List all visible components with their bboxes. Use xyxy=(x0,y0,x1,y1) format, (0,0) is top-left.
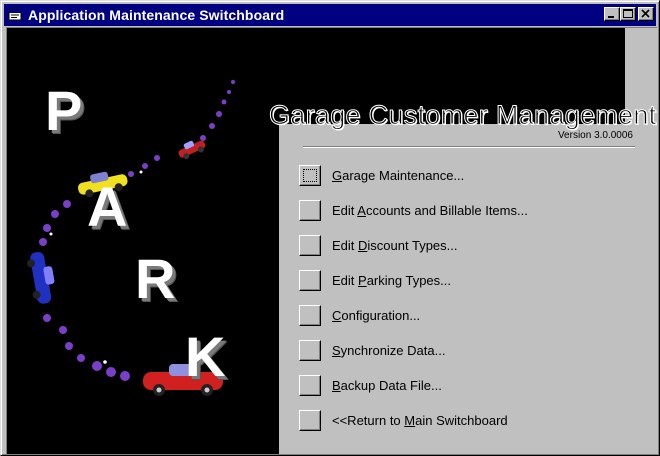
switchboard-window: Application Maintenance Switchboard P A … xyxy=(0,0,660,456)
edit-parking-types-button[interactable] xyxy=(299,270,321,291)
header-divider xyxy=(303,146,635,148)
maximize-button[interactable] xyxy=(620,7,636,21)
logo-letter-k: K xyxy=(185,325,226,388)
version-label: Version 3.0.0006 xyxy=(557,130,633,141)
edit-parking-types-label[interactable]: Edit Parking Types... xyxy=(332,273,451,288)
close-icon xyxy=(641,9,650,18)
menu-item-garage-maintenance[interactable]: Garage Maintenance... xyxy=(299,158,629,193)
logo-letter-r: R xyxy=(135,247,176,310)
menu-item-backup-data-file[interactable]: Backup Data File... xyxy=(299,368,629,403)
logo-letter-a: A xyxy=(87,175,128,238)
switchboard-form: P A R K Garage Customer Management Versi… xyxy=(6,27,657,454)
menu-item-return-main-switchboard[interactable]: <<Return to Main Switchboard xyxy=(299,403,629,438)
backup-data-file-label[interactable]: Backup Data File... xyxy=(332,378,442,393)
menu-item-edit-discount-types[interactable]: Edit Discount Types... xyxy=(299,228,629,263)
minimize-button[interactable] xyxy=(604,7,620,21)
maximize-icon xyxy=(623,9,633,18)
edit-accounts-button[interactable] xyxy=(299,200,321,221)
window-title: Application Maintenance Switchboard xyxy=(28,7,285,23)
garage-maintenance-button[interactable] xyxy=(299,165,321,186)
edit-discount-types-label[interactable]: Edit Discount Types... xyxy=(332,238,458,253)
app-title: Garage Customer Management xyxy=(269,100,657,131)
return-main-switchboard-label[interactable]: <<Return to Main Switchboard xyxy=(332,413,508,428)
park-logo-panel: P A R K xyxy=(7,28,279,454)
logo-letter-p: P xyxy=(45,79,83,142)
configuration-button[interactable] xyxy=(299,305,321,326)
backup-data-file-button[interactable] xyxy=(299,375,321,396)
edit-accounts-label[interactable]: Edit Accounts and Billable Items... xyxy=(332,203,528,218)
configuration-label[interactable]: Configuration... xyxy=(332,308,420,323)
switchboard-menu: Garage Maintenance... Edit Accounts and B… xyxy=(299,158,629,438)
menu-item-edit-accounts[interactable]: Edit Accounts and Billable Items... xyxy=(299,193,629,228)
form-icon xyxy=(8,8,22,22)
menu-item-synchronize-data[interactable]: Synchronize Data... xyxy=(299,333,629,368)
menu-item-edit-parking-types[interactable]: Edit Parking Types... xyxy=(299,263,629,298)
title-bar[interactable]: Application Maintenance Switchboard xyxy=(4,4,656,26)
menu-item-configuration[interactable]: Configuration... xyxy=(299,298,629,333)
synchronize-data-button[interactable] xyxy=(299,340,321,361)
minimize-icon xyxy=(608,16,614,18)
return-main-switchboard-button[interactable] xyxy=(299,410,321,431)
synchronize-data-label[interactable]: Synchronize Data... xyxy=(332,343,445,358)
edit-discount-types-button[interactable] xyxy=(299,235,321,256)
close-button[interactable] xyxy=(638,7,654,21)
garage-maintenance-label[interactable]: Garage Maintenance... xyxy=(332,168,464,183)
